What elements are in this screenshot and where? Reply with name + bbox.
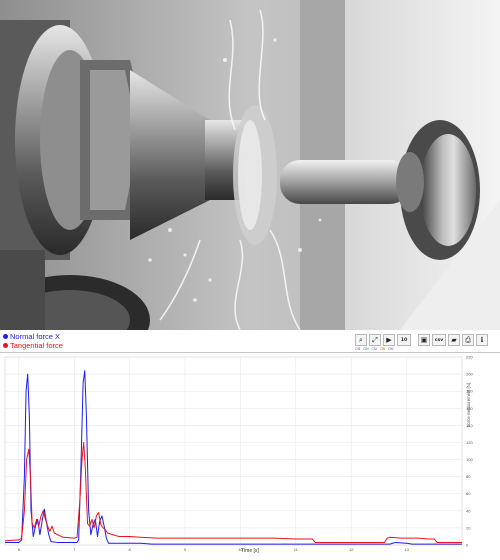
y-tick-label: 20 xyxy=(466,525,471,530)
plot-area xyxy=(4,356,463,546)
y-tick-label: 80 xyxy=(466,474,471,479)
chart-panel: Normal force X Tangential force ⌕ ⤢ ▶ 10… xyxy=(0,330,500,560)
y-tick-label: 220 xyxy=(466,355,473,360)
y-tick-label: 0 xyxy=(466,543,469,548)
y-axis-label: Force measurement [N] xyxy=(466,383,471,427)
machining-photo xyxy=(0,0,500,330)
y-tick-label: 40 xyxy=(466,508,471,513)
x-axis-label: Time [s] xyxy=(241,548,259,554)
machining-photo-icon xyxy=(0,0,500,330)
y-tick-label: 100 xyxy=(466,457,473,462)
y-tick-label: 60 xyxy=(466,491,471,496)
force-chart: 2202001801601401201008060402006 7 8 9 10 11 12… xyxy=(4,355,473,552)
